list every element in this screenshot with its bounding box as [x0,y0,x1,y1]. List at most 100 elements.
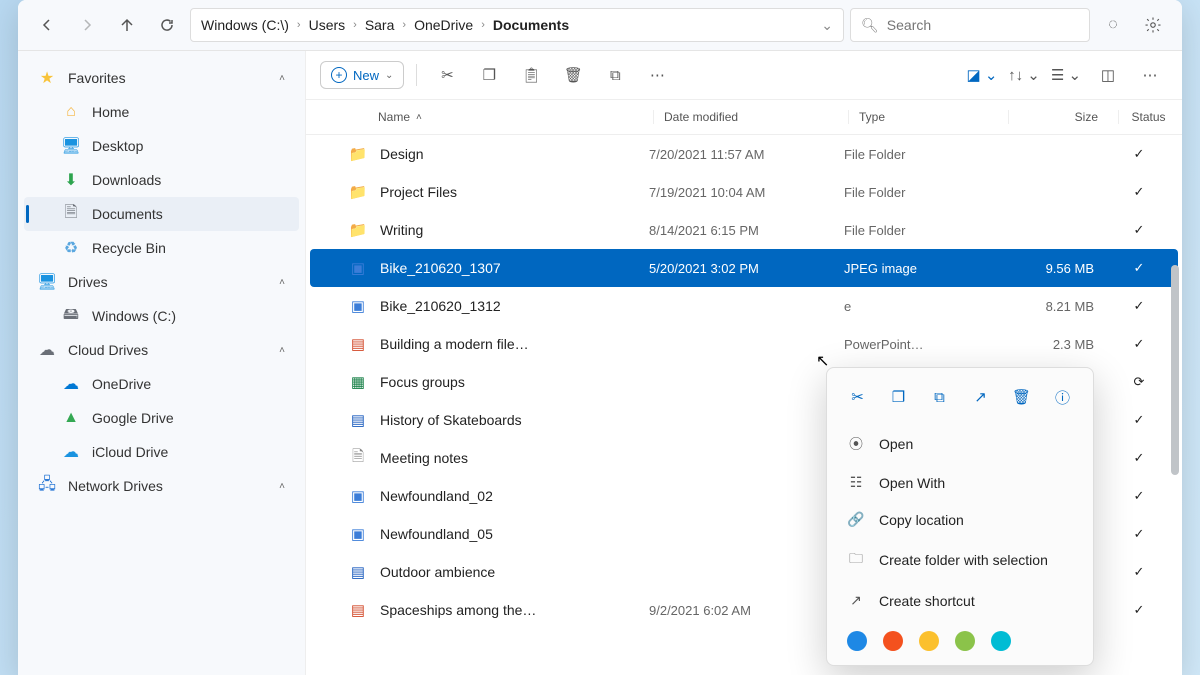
sidebar-item-label: Windows (C:) [92,308,176,324]
column-size[interactable]: Size [1008,110,1118,124]
column-name[interactable]: Name ˄ [348,110,653,124]
breadcrumb[interactable]: Windows (C:\) › Users › Sara › OneDrive … [190,8,844,42]
cut-button[interactable]: ✂︎ [429,59,465,91]
new-button[interactable]: + New ⌄ [320,61,404,89]
sidebar-item-label: Desktop [92,138,143,154]
color-tag-dot[interactable] [991,631,1011,651]
color-tag-dot[interactable] [883,631,903,651]
search-box[interactable]: 🔍︎ [850,8,1090,42]
file-type: e [844,299,1004,314]
column-date[interactable]: Date modified [653,110,848,124]
column-status[interactable]: Status [1118,110,1168,124]
sidebar-section-cloud-drives[interactable]: ☁Cloud Drives˄ [24,333,299,367]
context-menu-item-label: Create shortcut [879,593,975,609]
file-name: Newfoundland_02 [370,488,649,504]
sidebar-section-network-drives[interactable]: 🖧Network Drives˄ [24,469,299,503]
drives-icon: 🖥︎ [38,273,56,291]
overflow-button[interactable]: ⋯ [1132,59,1168,91]
breadcrumb-item[interactable]: OneDrive [414,17,473,33]
rename-button[interactable]: ⧉ [597,59,633,91]
sidebar-item-home[interactable]: ⌂Home [24,95,299,129]
folder-icon: 📁 [346,182,370,202]
breadcrumb-item[interactable]: Users [309,17,346,33]
settings-icon[interactable] [1136,8,1170,42]
view-button[interactable]: ☰ ⌄ [1048,59,1084,91]
sidebar-item-icloud-drive[interactable]: ☁iCloud Drive [24,435,299,469]
scrollbar[interactable] [1168,265,1182,675]
sync-status-icon[interactable]: ◌ [1096,8,1130,42]
sidebar-item-downloads[interactable]: ⬇Downloads [24,163,299,197]
sidebar-item-documents[interactable]: 🗎Documents [24,197,299,231]
sidebar-item-desktop[interactable]: 🖥︎Desktop [24,129,299,163]
image-icon: ▣ [346,524,370,544]
color-tag-dot[interactable] [955,631,975,651]
image-icon: ▣ [346,486,370,506]
sidebar-item-google-drive[interactable]: ▲Google Drive [24,401,299,435]
folder-plus-icon: 🗀 [847,548,865,572]
context-menu-item-label: Create folder with selection [879,552,1048,568]
ctx-rename-button[interactable]: ⧉ [923,380,957,414]
context-menu-item-open[interactable]: ⦿Open [831,424,1089,464]
breadcrumb-item[interactable]: Windows (C:\) [201,17,289,33]
file-name: Bike_210620_1307 [370,260,649,276]
sidebar-item-windows-c-[interactable]: 🖴Windows (C:) [24,299,299,333]
context-menu-item-copy-location[interactable]: 🔗Copy location [831,501,1089,538]
context-menu-item-open-with[interactable]: ☷Open With [831,464,1089,501]
file-row[interactable]: ▤ Building a modern file… PowerPoint… 2.… [310,325,1178,363]
ctx-info-button[interactable]: ⓘ [1046,380,1080,414]
paste-button[interactable]: 📋︎ [513,59,549,91]
network-drives-icon: 🖧 [38,477,56,495]
breadcrumb-item[interactable]: Sara [365,17,395,33]
downloads-icon: ⬇ [62,171,80,189]
recycle-bin-icon: ♻︎ [62,239,80,257]
back-button[interactable] [30,8,64,42]
breadcrumb-item-current[interactable]: Documents [493,17,569,33]
file-status: ✓ [1114,298,1164,314]
chevron-right-icon: › [481,19,485,31]
file-size: 9.56 MB [1004,261,1114,276]
sidebar-item-recycle-bin[interactable]: ♻︎Recycle Bin [24,231,299,265]
breadcrumb-expand-icon[interactable]: ⌄ [821,17,833,34]
file-row[interactable]: 📁 Writing 8/14/2021 6:15 PM File Folder … [310,211,1178,249]
column-type[interactable]: Type [848,110,1008,124]
color-tag-dot[interactable] [847,631,867,651]
context-menu-item-create-folder-with-selection[interactable]: 🗀 Create folder with selection [831,538,1089,582]
plus-icon: + [331,67,347,83]
file-type: JPEG image [844,261,1004,276]
separator [416,64,417,86]
filter-button[interactable]: ◪ ⌄ [964,59,1000,91]
sidebar-item-onedrive[interactable]: ☁OneDrive [24,367,299,401]
file-status: ✓ [1114,564,1164,580]
context-menu-quick-actions: ✂︎ ❐ ⧉ ↗ 🗑︎ ⓘ [831,376,1089,424]
search-input[interactable] [887,17,1079,33]
forward-button[interactable] [70,8,104,42]
open-icon: ⦿ [847,434,865,454]
file-row[interactable]: ▣ Bike_210620_1307 5/20/2021 3:02 PM JPE… [310,249,1178,287]
file-status: ⟳ [1114,374,1164,390]
up-button[interactable] [110,8,144,42]
file-row[interactable]: 📁 Design 7/20/2021 11:57 AM File Folder … [310,135,1178,173]
sort-button[interactable]: ↑↓ ⌄ [1006,59,1042,91]
ctx-delete-button[interactable]: 🗑︎ [1005,380,1039,414]
file-status: ✓ [1114,336,1164,352]
more-button[interactable]: ⋯ [639,59,675,91]
new-button-label: New [353,68,379,83]
file-status: ✓ [1114,184,1164,200]
file-name: Newfoundland_05 [370,526,649,542]
refresh-button[interactable] [150,8,184,42]
chevron-right-icon: › [353,19,357,31]
ctx-copy-button[interactable]: ❐ [882,380,916,414]
sidebar-section-drives[interactable]: 🖥︎Drives˄ [24,265,299,299]
context-menu-item-create-shortcut[interactable]: ↗Create shortcut [831,582,1089,619]
ppt-icon: ▤ [346,334,370,354]
color-tag-dot[interactable] [919,631,939,651]
file-row[interactable]: ▣ Bike_210620_1312 e 8.21 MB ✓ [310,287,1178,325]
scrollbar-thumb[interactable] [1171,265,1179,475]
ctx-share-button[interactable]: ↗ [964,380,998,414]
ctx-cut-button[interactable]: ✂︎ [841,380,875,414]
delete-button[interactable]: 🗑︎ [555,59,591,91]
copy-button[interactable]: ❐ [471,59,507,91]
sidebar-section-favorites[interactable]: ★Favorites˄ [24,61,299,95]
details-pane-button[interactable]: ◫ [1090,59,1126,91]
file-row[interactable]: 📁 Project Files 7/19/2021 10:04 AM File … [310,173,1178,211]
